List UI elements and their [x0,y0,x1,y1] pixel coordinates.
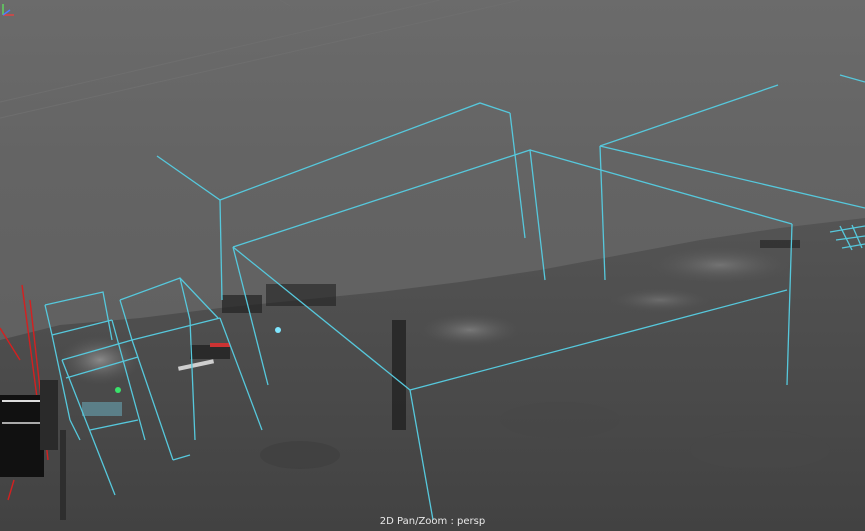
scene-canvas[interactable] [0,0,865,531]
axis-gizmo-icon [2,4,14,16]
3d-viewport[interactable]: 2D Pan/Zoom : persp [0,0,865,531]
ground-grid [0,0,521,119]
viewport-mode-label: 2D Pan/Zoom : persp [379,516,486,527]
